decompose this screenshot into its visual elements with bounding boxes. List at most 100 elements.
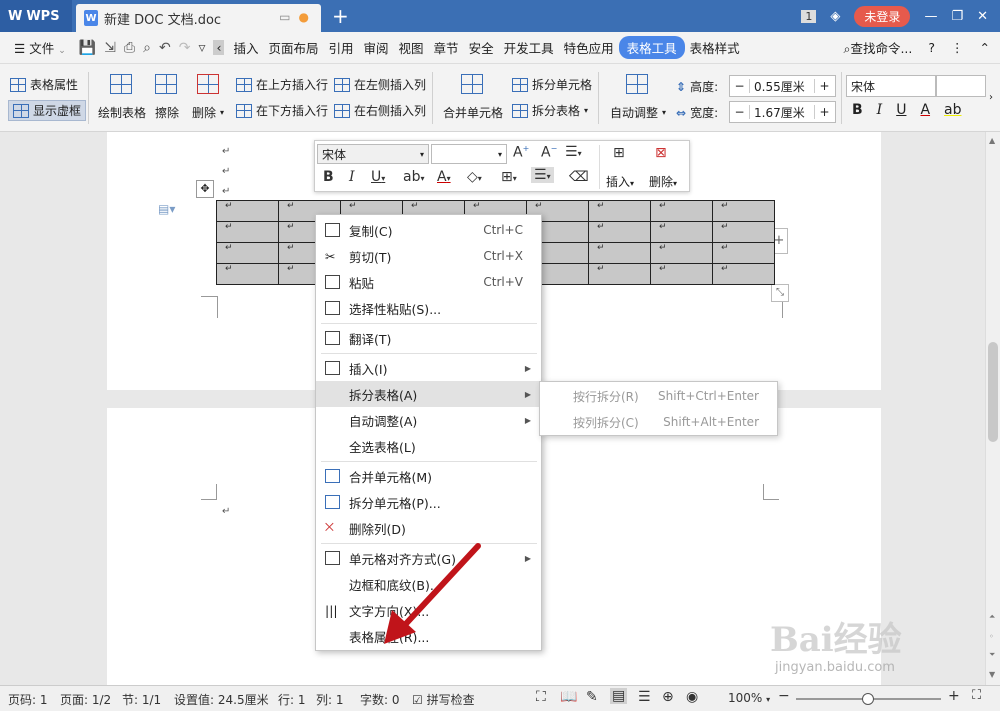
highlight-icon[interactable]: ab▾ — [403, 169, 424, 185]
merge-cells-button[interactable]: 合并单元格 — [443, 104, 503, 121]
status-word-count[interactable]: 字数: 0 — [360, 691, 400, 708]
print-icon[interactable]: ⎙ — [124, 40, 135, 56]
table-insert-icon[interactable]: ⊞ — [613, 145, 625, 161]
page-view-icon[interactable]: ▤ — [610, 688, 628, 704]
zoom-slider-handle[interactable] — [862, 693, 874, 705]
insert-row-below-button[interactable]: 在下方插入行 — [236, 102, 328, 119]
split-cells-button[interactable]: 拆分单元格 — [512, 76, 592, 93]
font-name-select[interactable]: 宋体 — [846, 75, 936, 97]
save-icon[interactable]: 💾 — [79, 40, 96, 56]
wps-home-tab[interactable]: W WPS — [0, 0, 72, 32]
insert-row-above-button[interactable]: 在上方插入行 — [236, 76, 328, 93]
table-cell[interactable]: ↵ — [712, 200, 775, 222]
shrink-font-icon[interactable]: A− — [541, 144, 557, 161]
ctx-paste[interactable]: 粘贴 Ctrl+V — [316, 269, 541, 295]
scroll-prev-page-icon[interactable]: ⏶ — [989, 612, 995, 622]
width-stepper[interactable]: − 1.67厘米 + — [729, 101, 836, 123]
table-cell[interactable]: ↵ — [712, 221, 775, 243]
increase-height-icon[interactable]: + — [814, 79, 834, 93]
decrease-width-icon[interactable]: − — [730, 105, 750, 119]
menu-developer[interactable]: 开发工具 — [499, 38, 559, 57]
new-tab-button[interactable]: + — [332, 4, 349, 28]
export-icon[interactable]: ⇲ — [104, 40, 116, 56]
more-icon[interactable]: ▿ — [198, 40, 205, 56]
file-menu[interactable]: ☰ 文件 ⌄ — [0, 38, 71, 57]
height-value[interactable]: 0.55厘米 — [750, 78, 814, 95]
monitor-icon[interactable]: ▭ — [279, 10, 290, 24]
decrease-height-icon[interactable]: − — [730, 79, 750, 93]
table-cell[interactable]: ↵ — [712, 263, 775, 285]
more-vertical-icon[interactable]: ⋮ — [951, 40, 964, 55]
width-value[interactable]: 1.67厘米 — [750, 104, 814, 121]
menu-special-apps[interactable]: 特色应用 — [559, 38, 619, 57]
table-properties-button[interactable]: 表格属性 — [10, 76, 78, 93]
shading-icon[interactable]: ◇▾ — [467, 169, 482, 185]
auto-fit-button[interactable]: 自动调整 ▾ — [610, 104, 666, 121]
ctx-delete-column[interactable]: ⨉ 删除列(D) — [316, 515, 541, 541]
ctx-copy[interactable]: 复制(C) Ctrl+C — [316, 217, 541, 243]
zoom-out-icon[interactable]: − — [778, 688, 790, 704]
split-table-button[interactable]: 拆分表格 ▾ — [512, 102, 588, 119]
ctx-split-cells[interactable]: 拆分单元格(P)... — [316, 489, 541, 515]
bold-icon[interactable]: B — [323, 169, 334, 185]
table-cell[interactable]: ↵ — [588, 263, 651, 285]
ctx-insert[interactable]: 插入(I) ▶ — [316, 355, 541, 381]
table-cell[interactable]: ↵ — [216, 242, 279, 264]
login-button[interactable]: 未登录 — [854, 5, 911, 27]
reading-mode-icon[interactable]: 📖 — [560, 689, 577, 705]
table-delete-icon[interactable]: ⊠ — [655, 145, 667, 161]
insert-col-right-button[interactable]: 在右侧插入列 — [334, 102, 426, 119]
table-cell[interactable]: ↵ — [712, 242, 775, 264]
ctx-cut[interactable]: ✂ 剪切(T) Ctrl+X — [316, 243, 541, 269]
spell-check-button[interactable]: ☑ 拼写检查 — [412, 691, 475, 708]
status-page-number[interactable]: 页码: 1 — [8, 691, 48, 708]
height-stepper[interactable]: − 0.55厘米 + — [729, 75, 836, 97]
minimize-icon[interactable]: — — [924, 9, 937, 24]
menu-review[interactable]: 审阅 — [359, 38, 394, 57]
collapse-icon[interactable]: ‹ — [213, 40, 225, 55]
document-tab[interactable]: W 新建 DOC 文档.doc ▭ ● — [76, 4, 321, 32]
status-pages[interactable]: 页面: 1/2 — [60, 691, 111, 708]
eye-protect-icon[interactable]: ◉ — [686, 689, 698, 705]
redo-icon[interactable]: ↷ — [179, 40, 191, 56]
font-color-icon[interactable]: A▾ — [437, 169, 451, 185]
help-icon[interactable]: ? — [928, 40, 935, 55]
table-move-handle-icon[interactable]: ✥ — [196, 180, 214, 198]
table-cell[interactable]: ↵ — [588, 221, 651, 243]
table-cell[interactable]: ↵ — [650, 263, 713, 285]
scroll-thumb[interactable] — [988, 342, 998, 442]
ctx-split-table[interactable]: 拆分表格(A) ▶ — [316, 381, 541, 407]
fit-page-icon[interactable]: ⛶ — [972, 688, 981, 703]
highlight-icon[interactable]: ab — [944, 102, 961, 118]
zoom-level[interactable]: 100% ▾ — [728, 691, 770, 705]
table-cell[interactable]: ↵ — [216, 221, 279, 243]
web-view-icon[interactable]: ⊕ — [662, 689, 674, 705]
outline-view-icon[interactable]: ☰ — [638, 689, 651, 705]
menu-view[interactable]: 视图 — [394, 38, 429, 57]
menu-page-layout[interactable]: 页面布局 — [263, 38, 323, 57]
zoom-in-icon[interactable]: + — [948, 688, 960, 704]
insert-col-left-button[interactable]: 在左侧插入列 — [334, 76, 426, 93]
ribbon-scroll-icon[interactable]: › — [989, 92, 993, 103]
ctx-translate[interactable]: 翻译(T) — [316, 325, 541, 351]
table-cell[interactable]: ↵ — [588, 200, 651, 222]
font-color-icon[interactable]: A — [920, 102, 930, 118]
table-cell[interactable]: ↵ — [588, 242, 651, 264]
fullscreen-icon[interactable]: ⛶ — [536, 689, 546, 705]
font-size-select[interactable] — [936, 75, 986, 97]
scroll-up-icon[interactable]: ▲ — [989, 136, 995, 145]
clear-format-icon[interactable]: ⌫ — [569, 169, 589, 185]
table-cell[interactable]: ↵ — [216, 200, 279, 222]
italic-icon[interactable]: I — [877, 102, 883, 118]
split-by-column[interactable]: 按列拆分(C) Shift+Alt+Enter — [540, 409, 777, 435]
align-icon[interactable]: ☰▾ — [531, 167, 554, 183]
menu-insert[interactable]: 插入 — [228, 38, 263, 57]
float-font-select[interactable]: 宋体 ▾ — [317, 144, 429, 164]
scroll-down-icon[interactable]: ▼ — [989, 670, 995, 679]
underline-icon[interactable]: U — [896, 102, 906, 118]
edit-mode-icon[interactable]: ✎ — [586, 689, 598, 705]
split-by-row[interactable]: 按行拆分(R) Shift+Ctrl+Enter — [540, 383, 777, 409]
ctx-paste-special[interactable]: 选择性粘贴(S)... — [316, 295, 541, 321]
increase-width-icon[interactable]: + — [814, 105, 834, 119]
preview-icon[interactable]: ⌕ — [143, 40, 151, 56]
